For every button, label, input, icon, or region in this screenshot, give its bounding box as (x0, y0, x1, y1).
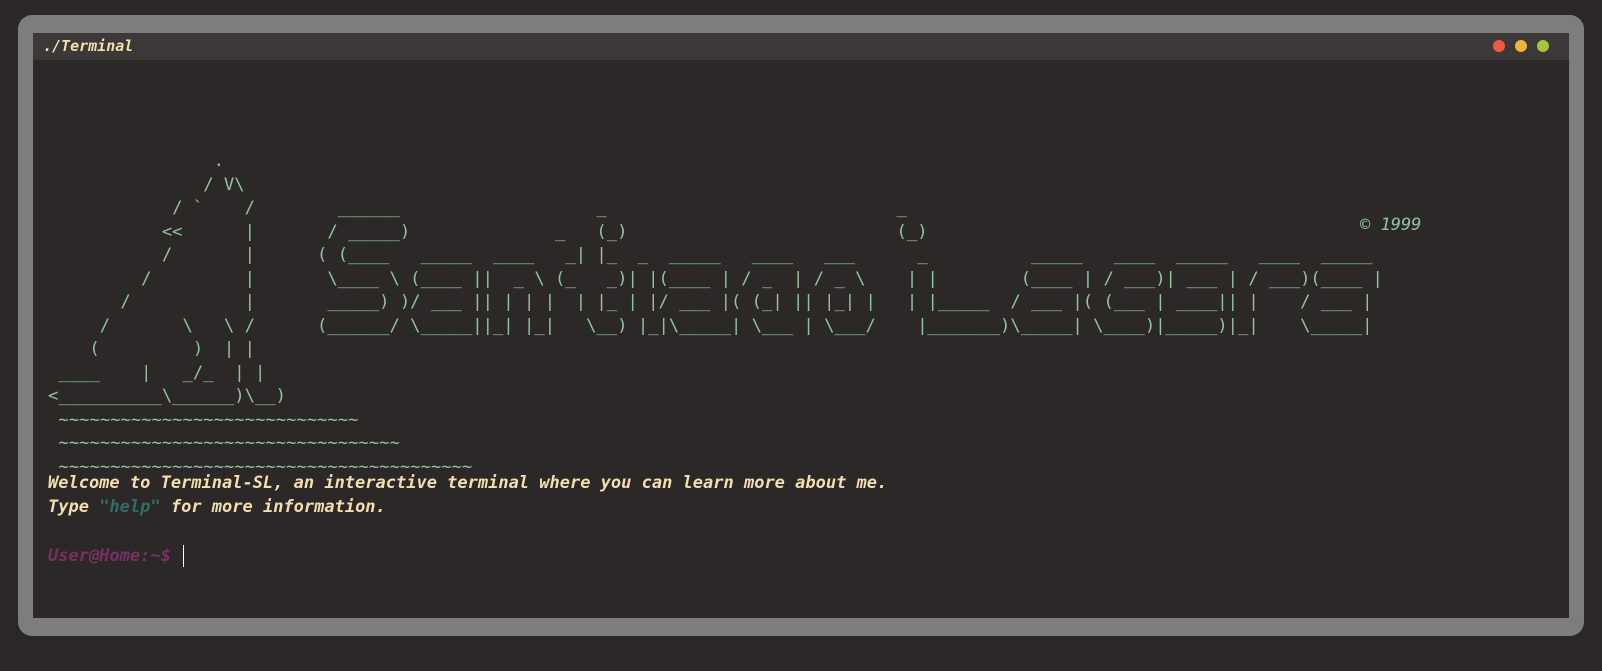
window-controls (1493, 40, 1549, 52)
shell-prompt: User@Home:~$ (48, 546, 171, 566)
welcome-message: Welcome to Terminal-SL, an interactive t… (48, 473, 888, 493)
terminal-titlebar[interactable]: ./Terminal (33, 33, 1569, 60)
help-hint-suffix: for more information. (160, 497, 386, 517)
close-icon[interactable] (1493, 40, 1505, 52)
text-cursor[interactable] (182, 545, 184, 567)
maximize-icon[interactable] (1537, 40, 1549, 52)
minimize-icon[interactable] (1515, 40, 1527, 52)
help-hint: Type "help" for more information. (48, 497, 386, 517)
command-prompt-line[interactable]: User@Home:~$ (48, 545, 184, 567)
copyright-notice: © 1999 (1360, 215, 1422, 235)
ascii-art-banner: . / V\ / ` / ______ _ _ << | / _____) _ … (48, 151, 1383, 477)
window-title: ./Terminal (43, 37, 134, 55)
help-keyword: "help" (99, 497, 161, 517)
help-hint-prefix: Type (48, 497, 100, 517)
terminal-screen[interactable]: . / V\ / ` / ______ _ _ << | / _____) _ … (33, 60, 1569, 618)
